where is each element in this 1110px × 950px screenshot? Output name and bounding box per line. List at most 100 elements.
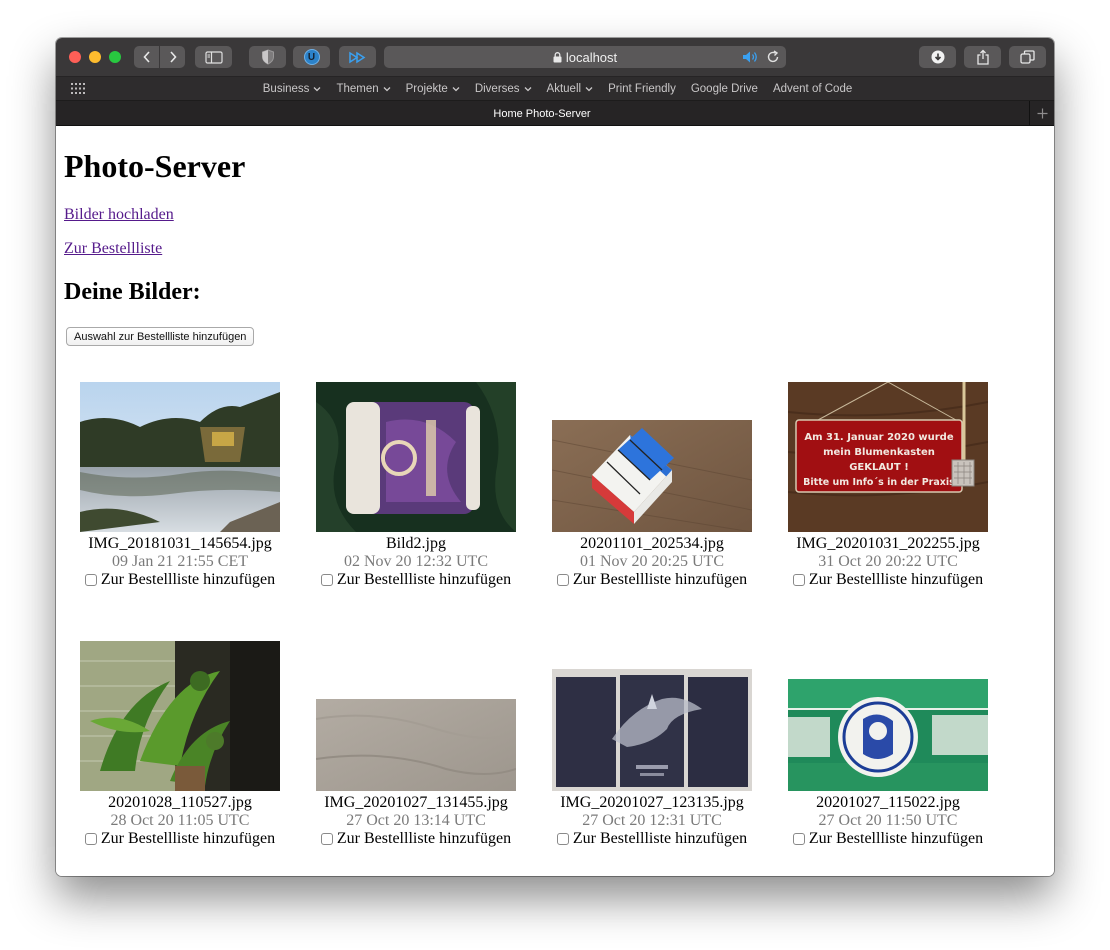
photo-thumbnail[interactable]: Am 31. Januar 2020 wurde mein Blumenkast…: [788, 382, 988, 532]
tab-overview-button[interactable]: [1009, 46, 1046, 68]
address-text: localhost: [565, 49, 618, 65]
photo-thumbnail[interactable]: [316, 699, 516, 791]
favorite-label: Google Drive: [690, 83, 758, 95]
sidebar-icon: [204, 50, 223, 64]
checkbox-label: Zur Bestellliste hinzufügen: [336, 571, 512, 588]
photo-thumbnail[interactable]: [80, 641, 280, 791]
add-to-order-toggle[interactable]: Zur Bestellliste hinzufügen: [56, 830, 304, 848]
photo-filename: IMG_20201031_202255.jpg: [796, 535, 980, 552]
active-tab[interactable]: Home Photo-Server: [56, 101, 1028, 126]
add-to-order-checkbox[interactable]: [320, 833, 333, 845]
add-to-order-checkbox[interactable]: [556, 833, 569, 845]
close-window-button[interactable]: [69, 51, 81, 63]
browser-toolbar: U localhost: [56, 38, 1054, 76]
favorite-themen[interactable]: Themen: [336, 83, 391, 95]
photo-thumbnail[interactable]: [552, 669, 752, 791]
add-to-order-checkbox[interactable]: [84, 574, 97, 586]
favorite-label: Print Friendly: [608, 83, 676, 95]
zoom-window-button[interactable]: [109, 51, 121, 63]
plus-icon: [1037, 108, 1047, 119]
favorite-projekte[interactable]: Projekte: [406, 83, 460, 95]
photo-card: Bild2.jpg 02 Nov 20 12:32 UTC Zur Bestel…: [292, 382, 528, 610]
sign-text-line: mein Blumenkasten: [823, 447, 935, 458]
download-icon: [931, 50, 944, 64]
photo-date: 31 Oct 20 20:22 UTC: [818, 553, 958, 570]
sign-text-line: Bitte um Info´s in der Praxis: [803, 477, 955, 488]
favorite-advent-of-code[interactable]: Advent of Code: [773, 83, 852, 95]
add-to-order-toggle[interactable]: Zur Bestellliste hinzufügen: [528, 830, 776, 848]
favorite-aktuell[interactable]: Aktuell: [547, 83, 594, 95]
tab-bar: Home Photo-Server: [56, 100, 1054, 126]
photo-card: IMG_20201027_131455.jpg 27 Oct 20 13:14 …: [292, 641, 528, 869]
add-to-order-toggle[interactable]: Zur Bestellliste hinzufügen: [764, 830, 1012, 848]
add-to-order-checkbox[interactable]: [792, 833, 805, 845]
fast-forward-icon: [348, 51, 365, 63]
chevron-right-icon: [169, 51, 177, 63]
extension-button[interactable]: U: [293, 46, 330, 68]
tabs-icon: [1020, 50, 1035, 64]
share-button[interactable]: [964, 46, 1001, 68]
chevron-down-icon: [524, 87, 532, 92]
new-tab-button[interactable]: [1029, 101, 1054, 126]
minimize-window-button[interactable]: [89, 51, 101, 63]
photo-card: Am 31. Januar 2020 wurde mein Blumenkast…: [764, 382, 1000, 610]
chevron-down-icon: [585, 87, 593, 92]
favorite-label: Projekte: [405, 83, 448, 95]
sidebar-toggle-button[interactable]: [195, 46, 232, 68]
photo-filename: Bild2.jpg: [385, 535, 446, 552]
photo-date: 02 Nov 20 12:32 UTC: [344, 553, 488, 570]
photo-date: 01 Nov 20 20:25 UTC: [580, 553, 724, 570]
photo-filename: 20201028_110527.jpg: [108, 794, 252, 811]
photo-filename: 20201101_202534.jpg: [580, 535, 724, 552]
web-page: Photo-Server Bilder hochladen Zur Bestel…: [56, 126, 1054, 876]
checkbox-label: Zur Bestellliste hinzufügen: [808, 571, 984, 588]
chevron-left-icon: [142, 51, 150, 63]
checkbox-label: Zur Bestellliste hinzufügen: [100, 830, 276, 847]
add-to-order-toggle[interactable]: Zur Bestellliste hinzufügen: [292, 830, 540, 848]
add-to-order-checkbox[interactable]: [792, 574, 805, 586]
extension-badge: U: [303, 49, 320, 65]
checkbox-label: Zur Bestellliste hinzufügen: [572, 571, 748, 588]
favorites-list: Business Themen Projekte Diverses Aktuel…: [56, 77, 1054, 101]
add-to-order-toggle[interactable]: Zur Bestellliste hinzufügen: [764, 571, 1012, 589]
photo-thumbnail[interactable]: [80, 382, 280, 532]
photo-date: 27 Oct 20 12:31 UTC: [582, 812, 722, 829]
favorite-diverses[interactable]: Diverses: [475, 83, 532, 95]
photo-card: IMG_20201027_123135.jpg 27 Oct 20 12:31 …: [528, 641, 764, 869]
favorite-business[interactable]: Business: [263, 83, 322, 95]
back-button[interactable]: [134, 46, 159, 68]
address-bar[interactable]: localhost: [384, 46, 786, 68]
photo-thumbnail[interactable]: [788, 679, 988, 791]
fast-forward-extension-button[interactable]: [339, 46, 376, 68]
photo-date: 09 Jan 21 21:55 CET: [112, 553, 248, 570]
photo-card: 20201027_115022.jpg 27 Oct 20 11:50 UTC …: [764, 641, 1000, 869]
favorite-print-friendly[interactable]: Print Friendly: [608, 83, 676, 95]
checkbox-label: Zur Bestellliste hinzufügen: [808, 830, 984, 847]
chevron-down-icon: [313, 87, 321, 92]
chevron-down-icon: [383, 87, 391, 92]
downloads-button[interactable]: [919, 46, 956, 68]
add-to-order-checkbox[interactable]: [320, 574, 333, 586]
forward-button[interactable]: [160, 46, 185, 68]
add-to-order-toggle[interactable]: Zur Bestellliste hinzufügen: [292, 571, 540, 589]
favorite-label: Themen: [336, 83, 379, 95]
add-to-order-checkbox[interactable]: [84, 833, 97, 845]
privacy-shield-button[interactable]: [249, 46, 286, 68]
add-to-order-checkbox[interactable]: [556, 574, 569, 586]
audio-playing-icon[interactable]: [742, 50, 760, 64]
sign-text-line: Am 31. Januar 2020 wurde: [804, 432, 953, 443]
checkbox-label: Zur Bestellliste hinzufügen: [100, 571, 276, 588]
photo-card: IMG_20181031_145654.jpg 09 Jan 21 21:55 …: [56, 382, 292, 610]
photo-filename: IMG_20181031_145654.jpg: [88, 535, 272, 552]
chevron-down-icon: [452, 87, 460, 92]
favorite-google-drive[interactable]: Google Drive: [691, 83, 758, 95]
add-to-order-toggle[interactable]: Zur Bestellliste hinzufügen: [56, 571, 304, 589]
photo-thumbnail[interactable]: [316, 382, 516, 532]
favorite-label: Business: [262, 83, 310, 95]
add-to-order-toggle[interactable]: Zur Bestellliste hinzufügen: [528, 571, 776, 589]
share-icon: [976, 49, 989, 65]
reload-icon[interactable]: [766, 50, 780, 64]
photo-thumbnail[interactable]: [552, 420, 752, 532]
favorite-label: Advent of Code: [772, 83, 853, 95]
checkbox-label: Zur Bestellliste hinzufügen: [572, 830, 748, 847]
